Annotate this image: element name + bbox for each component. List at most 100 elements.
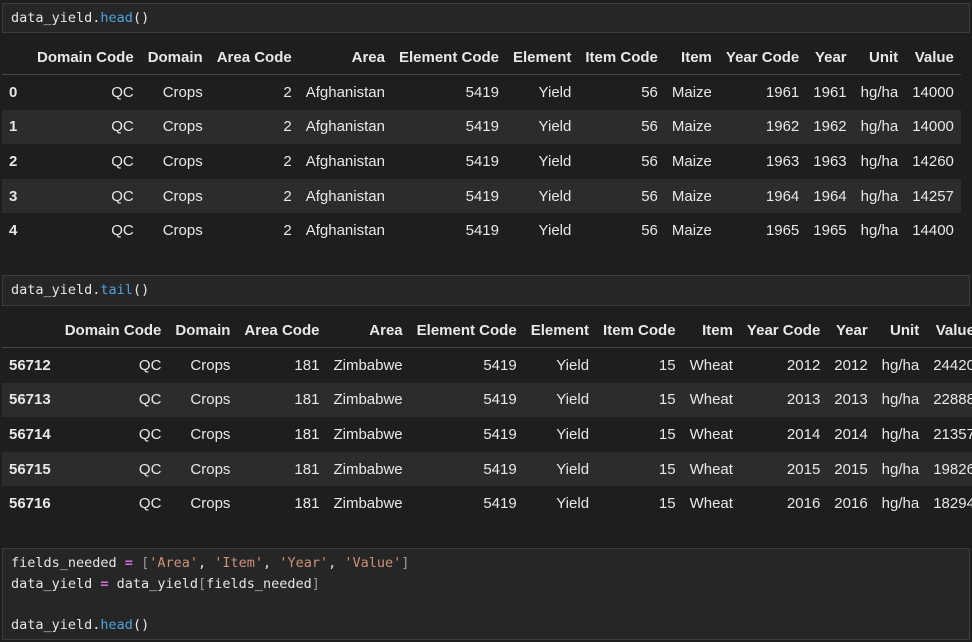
table-cell: 1961 [718, 74, 807, 110]
column-header: Value [905, 40, 961, 75]
table-cell: Maize [664, 213, 719, 248]
head-output-table: Domain Code Domain Area Code Area Element Co… [2, 40, 961, 248]
column-header: Item Code [596, 313, 683, 348]
table-body: 56712 QC Crops 181 Zimbabwe 5419 Yield 15 Wheat 2… [2, 347, 972, 521]
table-cell: hg/ha [874, 347, 927, 383]
table-cell: QC [57, 486, 169, 521]
table-cell: Yield [506, 144, 579, 179]
table-cell: Crops [140, 144, 210, 179]
code-string: 'Year' [279, 555, 329, 571]
table-cell: Maize [664, 144, 719, 179]
table-cell: QC [57, 451, 169, 487]
table-cell: 14400 [905, 213, 961, 248]
table-cell: 14260 [905, 144, 961, 179]
table-cell: 1963 [806, 144, 854, 179]
table-cell: Crops [140, 213, 210, 248]
table-cell: Yield [506, 213, 579, 248]
table-cell: 5419 [409, 417, 524, 452]
table-cell: 18294 [926, 486, 972, 521]
table-cell: Wheat [682, 451, 740, 487]
table-cell: Maize [664, 74, 719, 110]
code-comma: , [198, 555, 215, 571]
code-line-1: fields_needed = ['Area', 'Item', 'Year',… [3, 553, 969, 574]
table-cell: 5419 [409, 347, 524, 383]
code-line-4: data_yield.head() [3, 615, 969, 636]
table-cell: 2016 [827, 486, 875, 521]
code-cell-tail[interactable]: data_yield.tail() [2, 275, 970, 306]
table-cell: 5419 [409, 486, 524, 521]
table-cell: Yield [523, 417, 597, 452]
column-header: Item Code [578, 40, 665, 75]
code-parens: () [132, 616, 150, 633]
table-row: 56713 QC Crops 181 Zimbabwe 5419 Yield 15 Wheat 2… [2, 382, 972, 418]
table-cell: 56 [578, 144, 665, 179]
table-cell: hg/ha [874, 486, 927, 521]
table-cell: Yield [523, 486, 597, 521]
tail-output-table: Domain Code Domain Area Code Area Element Co… [2, 313, 972, 521]
table-cell: hg/ha [874, 451, 927, 487]
table-cell: hg/ha [853, 74, 906, 110]
code-cell-head[interactable]: data_yield.head() [2, 3, 970, 33]
table-cell: QC [30, 109, 141, 145]
row-index: 3 [2, 178, 30, 214]
table-cell: 15 [596, 486, 683, 521]
row-index: 0 [2, 74, 30, 110]
table-cell: 5419 [391, 74, 506, 110]
table-cell: 1962 [718, 109, 807, 145]
table-cell: 5419 [391, 178, 506, 214]
table-cell: 5419 [391, 213, 506, 248]
column-header: Domain [140, 40, 210, 75]
column-header: Year [827, 313, 875, 348]
table-cell: QC [57, 382, 169, 418]
code-operator: = [124, 555, 133, 571]
table-cell: 2 [209, 144, 299, 179]
table-cell: 21357 [926, 417, 972, 452]
column-header: Domain [168, 313, 238, 348]
row-index: 56712 [2, 347, 58, 383]
table-cell: Crops [168, 417, 238, 452]
table-cell: 1965 [718, 213, 807, 248]
table-cell: 2015 [739, 451, 828, 487]
code-variable: data_yield [11, 616, 93, 633]
table-cell: Yield [506, 74, 579, 110]
row-index: 56716 [2, 486, 58, 521]
column-header: Element Code [409, 313, 524, 348]
column-header: Element [523, 313, 597, 348]
table-cell: Crops [168, 347, 238, 383]
table-cell: 56 [578, 178, 665, 214]
table-cell: QC [30, 74, 141, 110]
column-header: Year Code [739, 313, 828, 348]
table-cell: 181 [237, 382, 327, 418]
code-variable: fields_needed [11, 555, 125, 571]
column-header: Element [506, 40, 579, 75]
column-header: Value [926, 313, 972, 348]
table-cell: Crops [140, 109, 210, 145]
table-cell: 5419 [409, 382, 524, 418]
table-cell: hg/ha [874, 417, 927, 452]
table-cell: 2013 [827, 382, 875, 418]
code-parens: () [132, 282, 150, 298]
code-bracket: ] [401, 555, 410, 571]
table-cell: 2 [209, 213, 299, 248]
table-header-row: Domain Code Domain Area Code Area Element Co… [2, 313, 972, 348]
code-method: tail [100, 282, 133, 298]
code-string: 'Value' [344, 555, 402, 571]
table-row: 56716 QC Crops 181 Zimbabwe 5419 Yield 15 Wheat 2… [2, 486, 972, 521]
column-header: Unit [874, 313, 927, 348]
code-bracket: ] [311, 575, 320, 592]
table-cell: Zimbabwe [326, 451, 410, 487]
table-cell: 181 [237, 347, 327, 383]
table-cell: 181 [237, 486, 327, 521]
table-cell: Maize [664, 178, 719, 214]
table-cell: 22888 [926, 382, 972, 418]
table-cell: Afghanistan [298, 144, 392, 179]
table-cell: QC [30, 213, 141, 248]
code-cell-fields[interactable]: fields_needed = ['Area', 'Item', 'Year',… [2, 548, 970, 640]
table-cell: Afghanistan [298, 109, 392, 145]
table-cell: 2014 [739, 417, 828, 452]
table-cell: 19826 [926, 451, 972, 487]
table-cell: 1962 [806, 109, 854, 145]
table-cell: 2012 [827, 347, 875, 383]
